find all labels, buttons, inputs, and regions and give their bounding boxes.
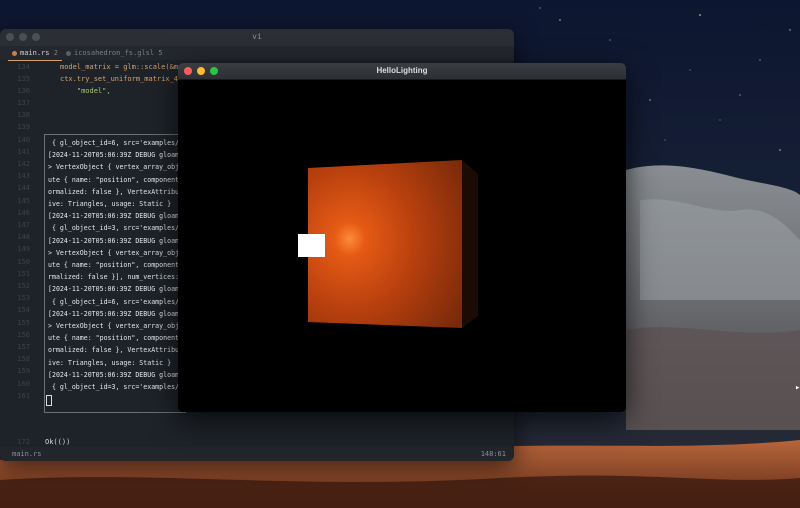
log-line: ute { name: "position", component_siz bbox=[48, 261, 195, 269]
line-number: 161 bbox=[17, 391, 30, 400]
editor-title: vi bbox=[252, 32, 262, 41]
log-line: ute { name: "position", component_siz bbox=[48, 334, 195, 343]
log-line: rmalized: false }], num_vertices: 36 bbox=[48, 273, 191, 282]
line-number: 159 bbox=[17, 367, 30, 376]
log-line: [2024-11-20T05:06:39Z DEBUG gloam::co bbox=[48, 212, 195, 221]
line-number: 134 bbox=[17, 63, 30, 71]
log-line: ormalized: false }, VertexAttribute bbox=[48, 346, 187, 355]
light-source-cube bbox=[298, 234, 325, 257]
tab-marker: 5 bbox=[158, 49, 163, 57]
code-line[interactable]: Ok(()) bbox=[45, 438, 70, 446]
log-line: [2024-11-20T05:06:39Z DEBUG gloam::co bbox=[48, 285, 195, 294]
tab-marker: 2 bbox=[53, 49, 58, 57]
rust-file-icon bbox=[12, 50, 17, 56]
status-cursor-position: 148:61 bbox=[480, 450, 506, 458]
line-number: 150 bbox=[17, 257, 30, 266]
line-number: 137 bbox=[17, 99, 30, 107]
status-bar: main.rs 148:61 bbox=[0, 447, 514, 461]
tab-label: icosahedron_fs.glsl bbox=[74, 49, 155, 57]
line-number: 138 bbox=[17, 111, 30, 120]
gl-titlebar[interactable]: HelloLighting bbox=[178, 63, 626, 80]
line-number: 136 bbox=[17, 87, 30, 95]
mouse-pointer-icon: ▸ bbox=[795, 383, 800, 393]
shader-file-icon bbox=[66, 50, 71, 56]
log-line: > VertexObject { vertex_array_object bbox=[48, 248, 191, 257]
tab-main-rs[interactable]: main.rs 2 bbox=[8, 46, 62, 61]
log-line: > VertexObject { vertex_array_object bbox=[48, 322, 191, 330]
line-number: 154 bbox=[17, 306, 30, 315]
debug-log-popup[interactable]: { gl_object_id=6, src='examples/hell [202… bbox=[44, 134, 195, 413]
line-number: 144 bbox=[17, 184, 30, 193]
line-number: 157 bbox=[17, 343, 30, 351]
log-line: { gl_object_id=6, src='examples/hell bbox=[48, 139, 195, 147]
tab-icosahedron-fs[interactable]: icosahedron_fs.glsl 5 bbox=[62, 46, 167, 60]
log-line: > VertexObject { vertex_array_object bbox=[48, 163, 191, 172]
log-line: { gl_object_id=6, src='examples/hell bbox=[48, 297, 195, 306]
text-cursor bbox=[46, 395, 52, 406]
tab-label: main.rs bbox=[20, 49, 50, 57]
log-line: [2024-11-20T05:06:39Z DEBUG gloam::co bbox=[48, 151, 195, 160]
line-number: 140 bbox=[17, 135, 30, 144]
status-file: main.rs bbox=[12, 450, 42, 458]
line-number: 158 bbox=[17, 355, 30, 364]
line-number: 153 bbox=[17, 294, 30, 303]
render-canvas[interactable] bbox=[178, 80, 626, 412]
log-line: ute { name: "position", component_siz bbox=[48, 175, 195, 184]
line-number: 155 bbox=[17, 318, 30, 327]
log-line: ormalized: false }, VertexAttribute bbox=[48, 187, 187, 196]
line-number: 142 bbox=[17, 160, 30, 168]
cube-front-face bbox=[308, 160, 462, 328]
log-line: [2024-11-20T05:06:39Z DEBUG gloam::co bbox=[48, 236, 195, 245]
line-number: 149 bbox=[17, 245, 30, 254]
line-number: 156 bbox=[17, 330, 30, 339]
log-line: [2024-11-20T05:06:39Z DEBUG gloam::co bbox=[48, 309, 195, 318]
code-line[interactable]: ctx.try_set_uniform_matrix_4fv( bbox=[60, 75, 191, 83]
line-number: 143 bbox=[17, 172, 30, 181]
cube-side-face bbox=[462, 160, 478, 328]
line-number: 146 bbox=[17, 208, 30, 217]
line-number: 139 bbox=[17, 123, 30, 132]
line-number: 135 bbox=[17, 75, 30, 83]
log-line: { gl_object_id=3, src='examples/hell bbox=[48, 383, 195, 391]
line-number: 147 bbox=[17, 221, 30, 229]
line-number: 141 bbox=[17, 147, 30, 156]
code-line[interactable]: "model", bbox=[60, 87, 111, 95]
line-number: 152 bbox=[17, 282, 30, 290]
log-line: ive: Triangles, usage: Static } bbox=[48, 358, 172, 367]
line-number: 145 bbox=[17, 196, 30, 205]
log-line: [2024-11-20T05:06:39Z DEBUG gloam::co bbox=[48, 370, 195, 379]
line-number: 151 bbox=[17, 269, 30, 278]
line-number: 148 bbox=[17, 233, 30, 242]
log-line: ive: Triangles, usage: Static } bbox=[48, 200, 172, 208]
tab-bar: main.rs 2 icosahedron_fs.glsl 5 bbox=[0, 46, 514, 61]
window-title: HelloLighting bbox=[376, 66, 428, 75]
editor-titlebar[interactable]: vi bbox=[0, 29, 514, 46]
line-number: 160 bbox=[17, 379, 30, 388]
log-line: { gl_object_id=3, src='examples/hell bbox=[48, 224, 195, 233]
line-number: 172 bbox=[17, 438, 30, 446]
hellolighting-window[interactable]: HelloLighting bbox=[178, 63, 626, 412]
